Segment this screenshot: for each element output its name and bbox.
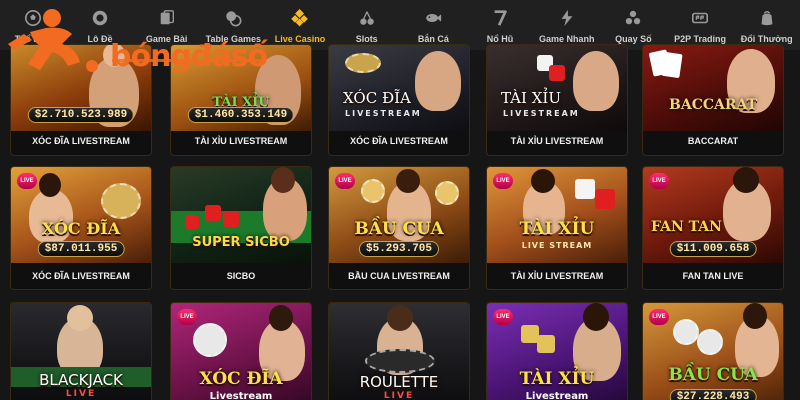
game-card[interactable]: BACCARAT BACCARAT [642,44,784,156]
game-art-subtitle: LIVESTREAM [345,109,422,118]
game-art-title: TÀI XỈU [501,89,561,107]
game-card[interactable]: TÀI XỈU LIVESTREAM TÀI XỈU LIVESTREAM [486,44,628,156]
live-casino-page: Thể thao Lô Đề Game Bài Table Games Live… [0,0,800,400]
gift-bag-icon [757,8,777,28]
game-art-title: XÓC ĐĨA [199,369,283,389]
soccer-player-logo-icon [8,9,98,72]
live-badge-icon: LIVE [335,173,355,189]
nav-label: Live Casino [274,34,326,44]
site-logo[interactable]: bóngđásố [6,4,278,76]
diamond-suit-icon [290,8,310,28]
nav-label: Bắn Cá [417,34,449,44]
game-art-subtitle: LIVESTREAM [503,109,580,118]
game-art-title: ROULETTE [359,373,439,391]
nav-label: Game Nhanh [538,34,595,44]
seven-icon [490,8,510,28]
game-title: BẦU CUA LIVESTREAM [348,271,450,281]
nav-item-game-nhanh[interactable]: Game Nhanh [533,0,600,50]
nav-label: Slots [355,34,378,44]
game-card[interactable]: LIVE FAN TAN $11.009.658 FAN TAN LIVE [642,166,784,290]
game-card[interactable]: LIVE TÀI XỈU Livestream [486,302,628,400]
fish-icon [423,8,443,28]
game-art-title: BẦU CUA [354,219,444,239]
game-art-title: BẦU CUA [668,365,758,385]
live-badge-icon: LIVE [17,173,37,189]
game-title: TÀI XỈU LIVESTREAM [510,271,604,281]
nav-item-no-hu[interactable]: Nổ Hũ [467,0,534,50]
game-card[interactable]: SUPER SICBO SICBO [170,166,312,290]
jackpot-amount: $2.710.523.989 [27,107,135,123]
live-badge-icon: LIVE [493,173,513,189]
game-card[interactable]: LIVE BẦU CUA $27.228.493 [642,302,784,400]
nav-item-slots[interactable]: Slots [333,0,400,50]
nav-label: Quay Số [615,34,652,44]
game-title: XÓC ĐĨA LIVESTREAM [32,271,130,281]
game-card[interactable]: LIVE BẦU CUA $5.293.705 BẦU CUA LIVESTRE… [328,166,470,290]
nav-label: Nổ Hũ [486,34,514,44]
live-badge-icon: LIVE [177,309,197,325]
nav-label: P2P Trading [674,34,726,44]
lightning-icon [557,8,577,28]
logo-text: bóngđásố [110,39,268,74]
jackpot-amount: $5.293.705 [358,241,440,257]
game-title: XÓC ĐĨA LIVESTREAM [350,136,448,146]
live-badge-icon: LIVE [649,309,669,325]
game-card[interactable]: XÓC ĐĨA LIVESTREAM XÓC ĐĨA LIVESTREAM [328,44,470,156]
game-title: SICBO [226,271,256,281]
balls-icon [623,8,643,28]
nav-label: Đổi Thưởng [740,34,793,44]
game-art-subtitle: Livestream [525,391,589,400]
p2p-icon [690,8,710,28]
game-art-title: SUPER SICBO [192,235,290,250]
game-art-subtitle: LIVE STREAM [521,241,593,250]
jackpot-amount: $11.009.658 [669,241,757,257]
game-card[interactable]: LIVE XÓC ĐĨA $87.011.955 XÓC ĐĨA LIVESTR… [10,166,152,290]
nav-item-quay-so[interactable]: Quay Số [600,0,667,50]
game-art-subtitle: LIVE [383,391,415,400]
game-title: XÓC ĐĨA LIVESTREAM [32,136,130,146]
cherry-icon [357,8,377,28]
game-title: TÀI XỈU LIVESTREAM [194,136,288,146]
game-art-title: BACCARAT [669,97,757,113]
jackpot-amount: $1.460.353.149 [187,107,295,123]
game-card[interactable]: LIVE TÀI XỈU LIVE STREAM TÀI XỈU LIVESTR… [486,166,628,290]
game-art-title: BLACKJACK [39,371,123,389]
game-art-title: XÓC ĐĨA [41,219,121,238]
game-art-title: XÓC ĐĨA [343,89,411,107]
jackpot-amount: $87.011.955 [37,241,125,257]
game-title: TÀI XỈU LIVESTREAM [510,136,604,146]
game-title: FAN TAN LIVE [682,271,744,281]
game-title: BACCARAT [687,136,739,146]
game-art-title: FAN TAN [651,219,722,235]
game-art-subtitle: Livestream [209,391,273,400]
game-art-title: TÀI XỈU [519,219,595,239]
nav-item-p2p-trading[interactable]: P2P Trading [667,0,734,50]
live-badge-icon: LIVE [649,173,669,189]
game-art-subtitle: LIVE [65,389,97,399]
nav-item-ban-ca[interactable]: Bắn Cá [400,0,467,50]
live-badge-icon: LIVE [493,309,513,325]
game-card[interactable]: ROULETTE LIVE [328,302,470,400]
game-card[interactable]: BLACKJACK LIVE [10,302,152,400]
nav-item-doi-thuong[interactable]: Đổi Thưởng [733,0,800,50]
game-art-title: TÀI XỈU [519,369,595,389]
jackpot-amount: $27.228.493 [669,389,757,400]
game-card[interactable]: LIVE XÓC ĐĨA Livestream [170,302,312,400]
